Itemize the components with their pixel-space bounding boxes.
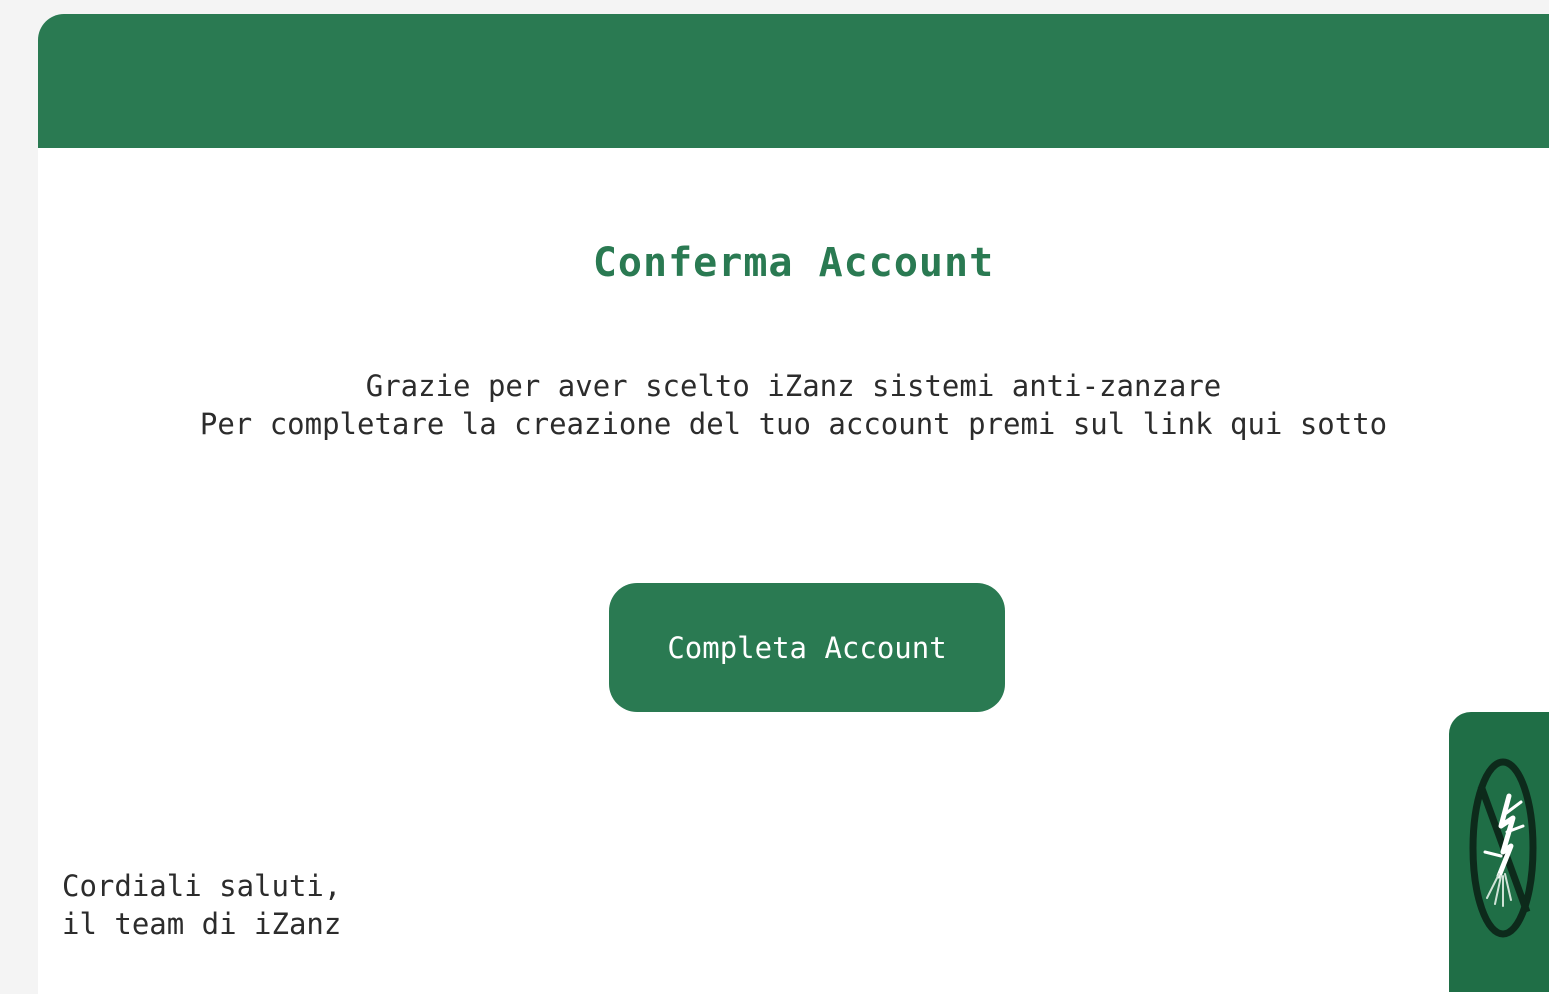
header-banner [38,14,1549,148]
complete-account-button[interactable]: Completa Account [609,583,1005,712]
no-mosquito-icon [1469,758,1537,938]
signoff: Cordiali saluti, il team di iZanz [62,867,341,943]
message-body: Grazie per aver scelto iZanz sistemi ant… [38,367,1549,443]
signoff-line: il team di iZanz [62,907,342,941]
message-line: Grazie per aver scelto iZanz sistemi ant… [365,369,1222,403]
email-card: Conferma Account Grazie per aver scelto … [38,14,1549,994]
page-title: Conferma Account [592,240,995,286]
signoff-line: Cordiali saluti, [62,869,342,903]
message-line: Per completare la creazione del tuo acco… [199,407,1388,441]
izanz-logo [1449,712,1549,992]
